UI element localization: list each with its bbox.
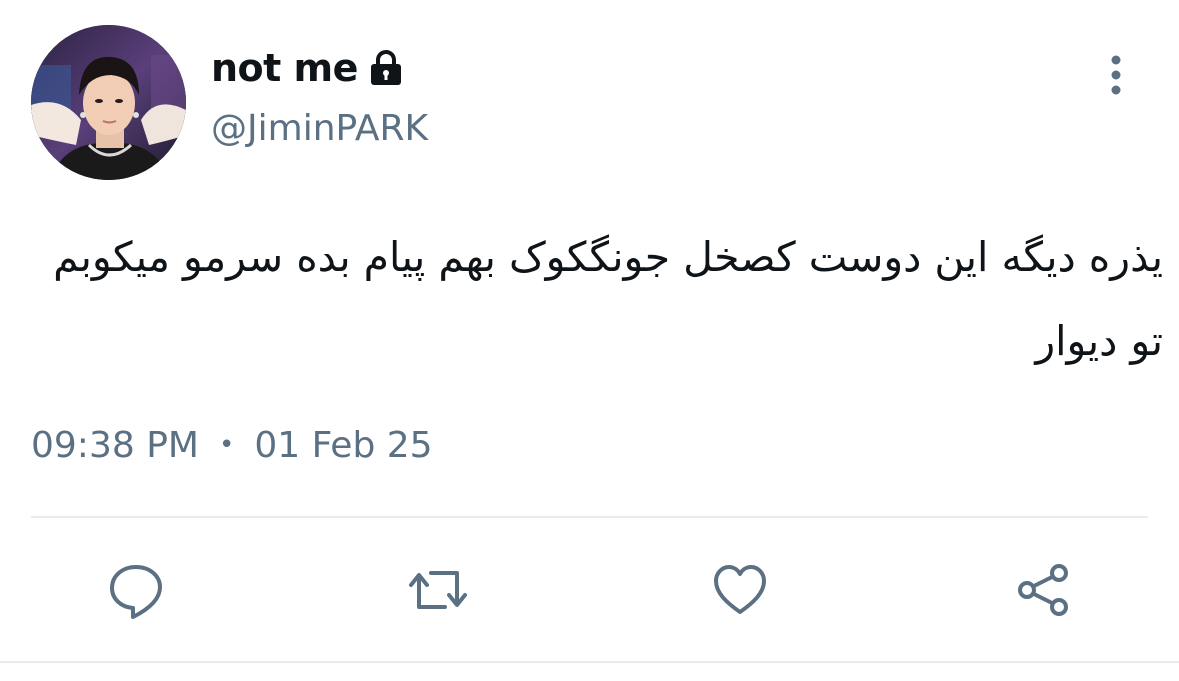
lock-icon — [368, 49, 404, 87]
tweet-timestamp: 09:38 PM • 01 Feb 25 — [31, 420, 433, 470]
retweet-button[interactable] — [408, 560, 468, 620]
display-name[interactable]: not me — [211, 46, 358, 90]
tweet-text: یذره دیگه این دوست کصخل جونگکوک بهم پیام… — [53, 233, 1163, 365]
heart-icon — [714, 565, 766, 614]
like-button[interactable] — [710, 560, 770, 620]
divider — [31, 516, 1148, 518]
avatar[interactable] — [31, 25, 186, 180]
tweet-card: not me @JiminPARK یذره دیگه این دوست کصخ… — [0, 0, 1179, 681]
retweet-icon — [409, 571, 467, 609]
meta-separator: • — [218, 430, 235, 460]
tweet-date: 01 Feb 25 — [254, 424, 433, 466]
avatar-image — [31, 25, 186, 180]
user-handle[interactable]: @JiminPARK — [211, 108, 428, 149]
share-button[interactable] — [1013, 560, 1073, 620]
divider — [0, 661, 1179, 663]
tweet-time: 09:38 PM — [31, 424, 199, 466]
reply-button[interactable] — [106, 560, 166, 620]
comment-icon — [110, 565, 162, 619]
share-icon — [1018, 564, 1068, 616]
more-options-icon[interactable] — [1098, 50, 1134, 100]
display-name-row: not me — [211, 44, 404, 92]
